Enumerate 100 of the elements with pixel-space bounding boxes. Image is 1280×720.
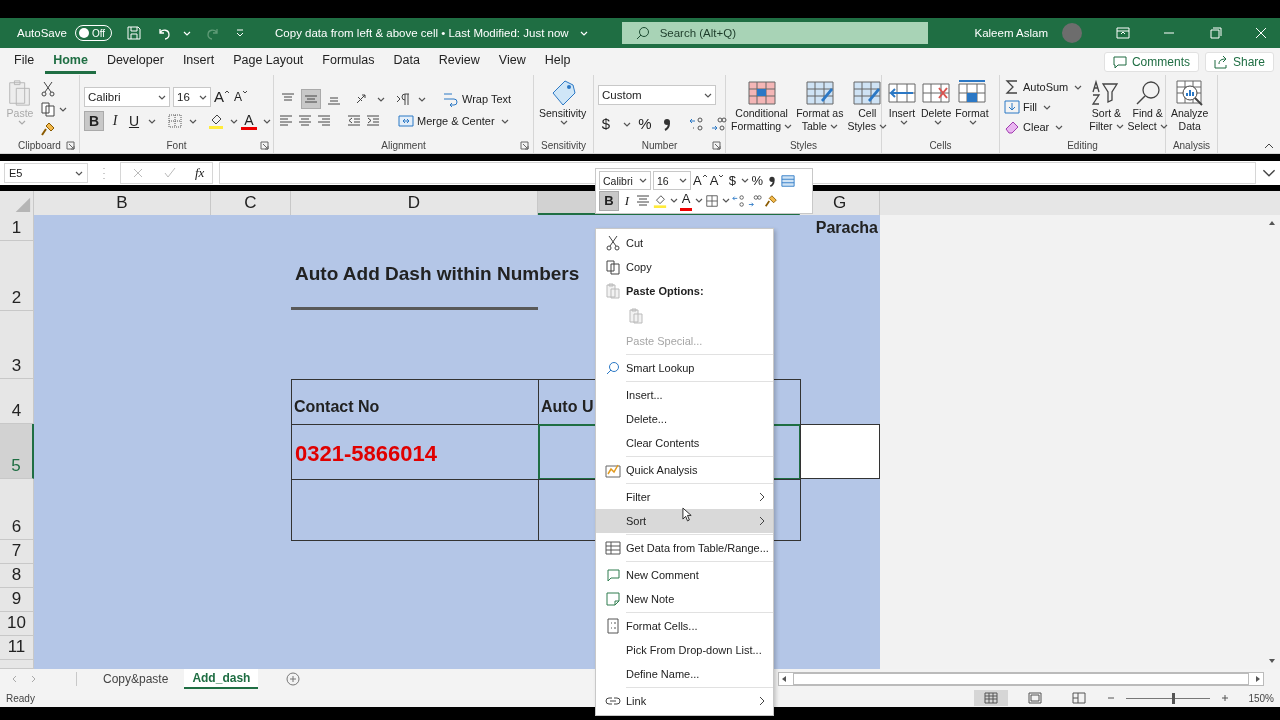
menu-item[interactable]: Link (596, 689, 773, 713)
row-header[interactable]: 5 (0, 424, 34, 479)
percent-button[interactable]: % (637, 115, 653, 133)
decrease-decimal-icon[interactable] (748, 193, 762, 208)
format-painter-icon[interactable] (764, 193, 778, 208)
currency-button[interactable]: $ (726, 171, 739, 190)
row-header[interactable]: 1 (0, 215, 34, 241)
comments-button[interactable]: Comments (1103, 51, 1199, 72)
customize-toolbar-icon[interactable] (235, 28, 246, 38)
sensitivity-button[interactable]: Sensitivity (538, 79, 588, 125)
dialog-launcher-icon[interactable] (712, 141, 721, 150)
dialog-launcher-icon[interactable] (66, 141, 75, 150)
menu-item[interactable]: Insert... (596, 383, 773, 407)
bold-button[interactable]: B (84, 111, 104, 131)
font-size-field[interactable]: 16 (173, 87, 211, 107)
font-color-button[interactable]: A (241, 112, 257, 130)
document-title[interactable]: Copy data from left & above cell • Last Modified: Just now (275, 27, 569, 39)
row-header[interactable]: 3 (0, 311, 34, 379)
normal-view-button[interactable] (974, 690, 1009, 706)
menu-item[interactable]: Copy (596, 255, 773, 279)
horizontal-scrollbar[interactable] (778, 672, 1264, 686)
bold-button[interactable]: B (599, 190, 619, 211)
borders-icon[interactable] (167, 113, 183, 129)
fill-color-icon[interactable] (653, 193, 667, 208)
search-field[interactable]: Search (Alt+Q) (621, 22, 928, 44)
close-icon[interactable] (1254, 27, 1268, 39)
menu-item[interactable]: Get Data from Table/Range... (596, 536, 773, 560)
zoom-level[interactable]: 150% (1248, 692, 1274, 704)
cells-button[interactable]: Format (954, 79, 990, 125)
fill-color-icon[interactable] (208, 113, 224, 129)
ribbon-display-icon[interactable] (1116, 27, 1130, 39)
copy-icon[interactable] (40, 101, 56, 117)
increase-decimal-icon[interactable] (732, 193, 746, 208)
check-icon[interactable] (163, 166, 177, 180)
row-header[interactable]: 10 (0, 612, 34, 636)
increase-font-size-button[interactable]: A (693, 171, 708, 190)
increase-font-size-button[interactable]: A (214, 88, 230, 106)
format-painter-icon[interactable] (40, 121, 56, 137)
menu-item[interactable]: Smart Lookup (596, 356, 773, 380)
zoom-slider-thumb[interactable] (1171, 692, 1175, 704)
menu-tab[interactable]: Page Layout (225, 49, 312, 74)
row-header[interactable]: 8 (0, 564, 34, 588)
sort-filter-button[interactable]: Sort & Filter (1088, 79, 1125, 133)
collapse-ribbon-icon[interactable] (1264, 143, 1274, 149)
menu-tab[interactable]: Help (536, 49, 579, 74)
clear-button[interactable]: Clear (1004, 119, 1083, 135)
wrap-text-button[interactable]: Wrap Text (443, 91, 512, 107)
increase-decimal-icon[interactable] (689, 116, 705, 132)
menu-tab[interactable]: Review (430, 49, 488, 74)
add-sheet-icon[interactable] (286, 672, 301, 686)
dialog-launcher-icon[interactable] (520, 141, 529, 150)
row-header[interactable]: 4 (0, 379, 34, 424)
menu-tab[interactable]: File (6, 49, 43, 74)
row-header[interactable]: 11 (0, 636, 34, 660)
find-select-button[interactable]: Find & Select (1126, 79, 1169, 133)
font-name-field[interactable]: Calibri (84, 87, 170, 107)
italic-button[interactable]: I (621, 191, 633, 210)
row-header[interactable]: 7 (0, 540, 34, 564)
menu-item[interactable]: Cut (596, 231, 773, 255)
paragraph-direction-icon[interactable] (396, 91, 412, 107)
cells-button[interactable]: Insert (886, 79, 918, 125)
formula-input[interactable] (219, 162, 1256, 184)
menu-tab[interactable]: View (490, 49, 534, 74)
row-header[interactable]: 9 (0, 588, 34, 612)
decrease-font-size-button[interactable]: A (709, 171, 725, 190)
menu-item[interactable]: New Note (596, 587, 773, 611)
autosum-button[interactable]: AutoSum (1004, 79, 1083, 95)
row-header[interactable]: 2 (0, 241, 34, 311)
currency-button[interactable]: $ (598, 115, 614, 133)
clipboard-icon[interactable] (628, 308, 644, 324)
decrease-decimal-icon[interactable] (711, 116, 727, 132)
font-name-field[interactable]: Calibri (599, 171, 651, 190)
fill-button[interactable]: Fill (1004, 99, 1083, 115)
save-icon[interactable] (126, 25, 143, 41)
italic-button[interactable]: I (107, 112, 123, 130)
font-size-field[interactable]: 16 (653, 171, 691, 190)
percent-button[interactable]: % (751, 171, 764, 190)
borders-icon[interactable] (705, 193, 719, 208)
name-box[interactable]: E5 (4, 163, 88, 183)
cells-button[interactable]: Delete (920, 79, 953, 125)
styles-button[interactable]: Format as Table (795, 79, 845, 133)
menu-item[interactable]: Quick Analysis (596, 458, 773, 482)
vertical-align-button[interactable] (301, 89, 321, 109)
analyze-data-button[interactable]: Analyze Data (1170, 79, 1210, 133)
styles-button[interactable]: Conditional Formatting (730, 79, 794, 133)
menu-tab[interactable]: Formulas (314, 49, 383, 74)
merge-center-button[interactable]: Merge & Center (398, 113, 509, 129)
scissors-icon[interactable] (40, 81, 56, 97)
menu-item[interactable]: Sort (596, 509, 773, 533)
menu-tab[interactable]: Developer (98, 49, 172, 74)
sheet-tab[interactable]: Copy&paste (95, 670, 177, 688)
number-format-field[interactable]: Custom (598, 85, 716, 105)
menu-item[interactable]: Pick From Drop-down List... (596, 638, 773, 662)
styles-button[interactable]: Cell Styles (846, 79, 889, 133)
insert-function-button[interactable]: fx (195, 165, 205, 181)
font-color-button[interactable]: A (680, 190, 692, 211)
dialog-launcher-icon[interactable] (260, 141, 269, 150)
menu-item[interactable]: Define Name... (596, 662, 773, 686)
decrease-font-size-button[interactable]: A (233, 88, 249, 106)
restore-icon[interactable] (1208, 27, 1222, 39)
